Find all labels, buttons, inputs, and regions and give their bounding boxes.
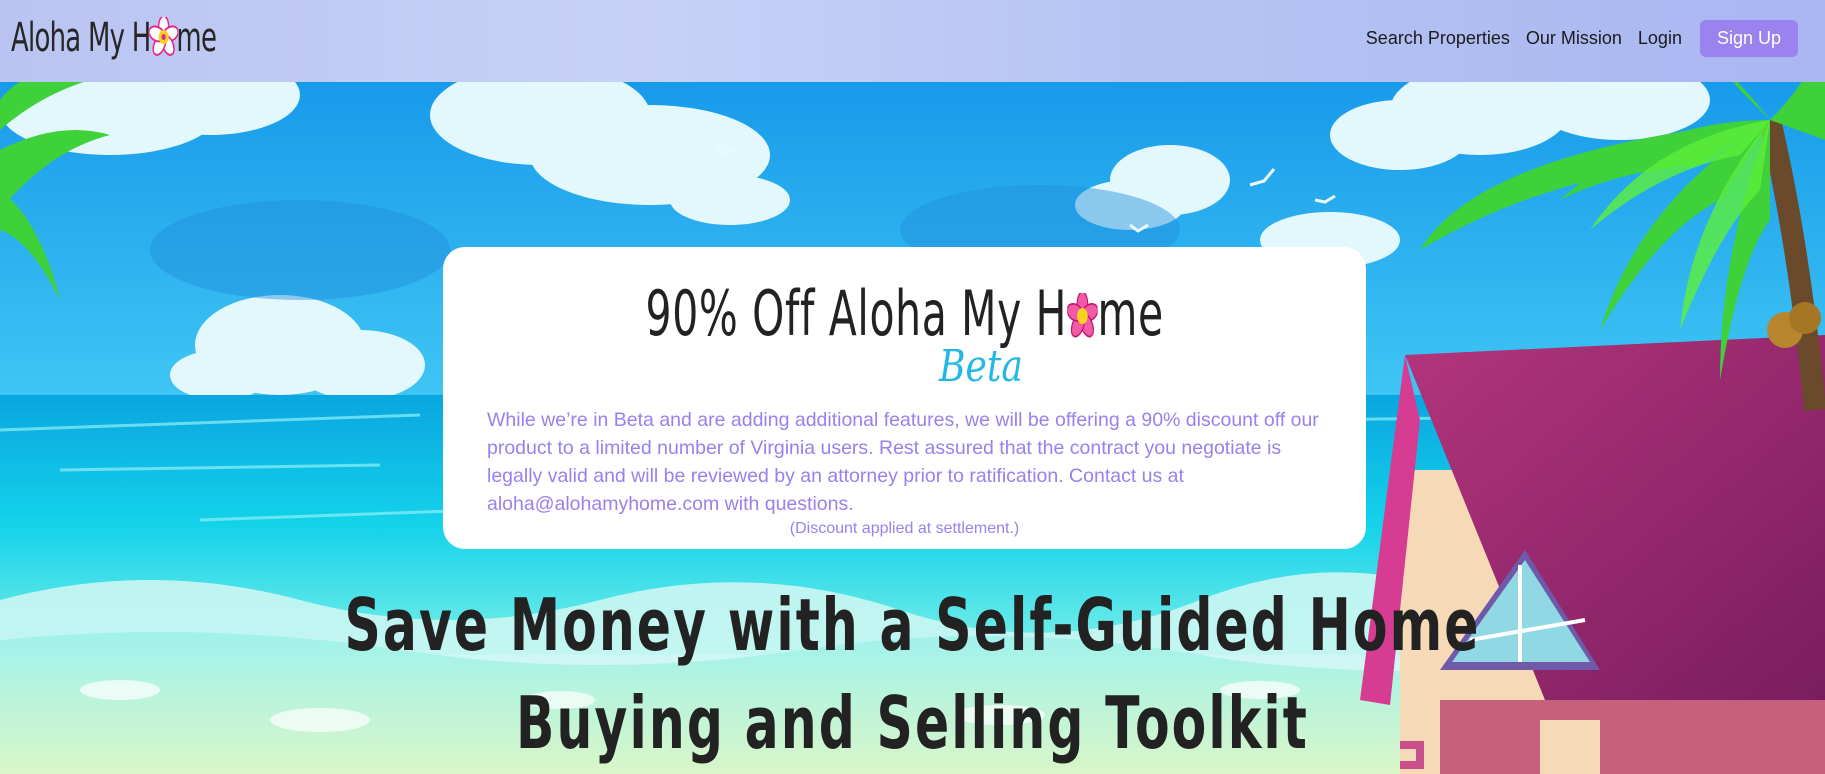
brand-name-prefix: Aloha My H <box>11 15 151 61</box>
beta-label: Beta <box>939 341 1023 392</box>
promo-heading-prefix: 90% Off Aloha My H <box>645 277 1067 350</box>
hero-headline-line-1: Save Money with a Self-Guided Home <box>344 583 1481 667</box>
signup-button[interactable]: Sign Up <box>1699 19 1798 57</box>
promo-body-text: While we’re in Beta and are adding addit… <box>487 409 1319 515</box>
navbar: Aloha My H me Search Properties Our Miss… <box>0 0 1825 82</box>
brand-logo[interactable]: Aloha My H me <box>11 8 296 68</box>
hero-headline-line-2: Buying and Selling Toolkit <box>516 681 1309 765</box>
nav-login[interactable]: Login <box>1638 28 1682 49</box>
promo-heading-suffix: me <box>1097 277 1164 350</box>
plumeria-flower-icon <box>148 15 179 56</box>
promo-heading: 90% Off Aloha My H me <box>443 277 1366 350</box>
hero-headline: Save Money with a Self-Guided Home Buyin… <box>0 576 1825 772</box>
promo-discount-note: (Discount applied at settlement.) <box>789 520 1020 537</box>
plumeria-flower-icon <box>1066 290 1099 338</box>
nav-links: Search Properties Our Mission Login Sign… <box>1350 19 1798 57</box>
brand-name-suffix: me <box>176 15 217 61</box>
nav-our-mission[interactable]: Our Mission <box>1526 28 1622 49</box>
nav-search-properties[interactable]: Search Properties <box>1366 28 1510 49</box>
beta-promo-card: 90% Off Aloha My H me Beta While we’re i… <box>443 247 1366 549</box>
